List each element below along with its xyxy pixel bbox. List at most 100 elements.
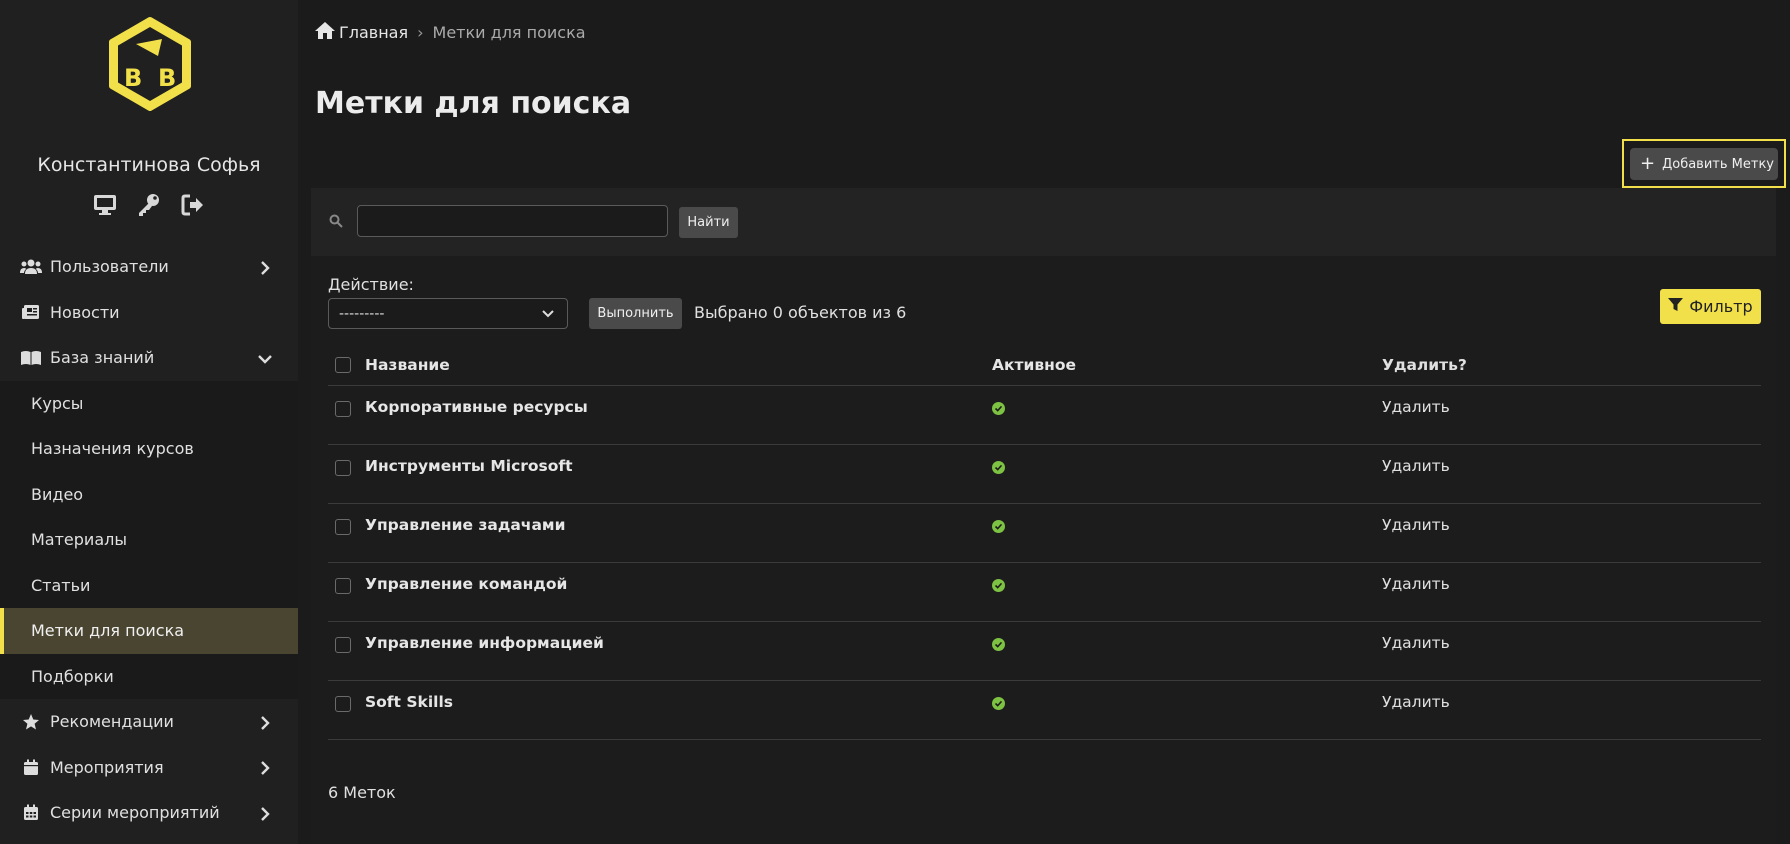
chevron-down-icon — [541, 307, 555, 321]
row-name-link[interactable]: Soft Skills — [365, 693, 992, 711]
row-name-link[interactable]: Управление командой — [365, 575, 992, 593]
sidebar-item-label: Статьи — [31, 575, 91, 595]
row-delete-link[interactable]: Удалить — [1382, 398, 1450, 416]
row-checkbox[interactable] — [335, 696, 351, 712]
action-select[interactable]: --------- — [328, 298, 568, 329]
sidebar-item-label: Мероприятия — [50, 757, 164, 777]
breadcrumb-home-label: Главная — [339, 23, 409, 42]
chevron-right-icon — [258, 260, 272, 275]
changelist-panel: Найти Действие: --------- Выполнить Выбр… — [311, 188, 1776, 844]
sidebar-item-label: Подборки — [31, 666, 114, 686]
sign-out-icon[interactable] — [180, 192, 206, 218]
select-all-checkbox[interactable] — [335, 356, 351, 373]
sidebar: B B Константинова Софья Пользователи Нов… — [0, 0, 298, 844]
svg-text:B: B — [124, 64, 142, 92]
row-active — [992, 516, 1382, 533]
filter-button[interactable]: Фильтр — [1660, 289, 1761, 324]
sidebar-item-recommendations[interactable]: Рекомендации — [0, 699, 298, 745]
row-name-link[interactable]: Управление задачами — [365, 516, 992, 534]
row-checkbox[interactable] — [335, 460, 351, 476]
sidebar-item-label: Новости — [50, 302, 120, 322]
sidebar-item-event-series[interactable]: Серии мероприятий — [0, 790, 298, 836]
home-icon — [315, 22, 335, 43]
filter-icon — [1668, 297, 1684, 316]
calendar-icon — [20, 758, 42, 776]
check-circle-icon — [992, 520, 1005, 533]
sidebar-item-label: Назначения курсов — [31, 439, 194, 459]
row-name-link[interactable]: Управление информацией — [365, 634, 992, 652]
sidebar-item-users[interactable]: Пользователи — [0, 244, 298, 290]
monitor-icon[interactable] — [92, 192, 118, 218]
row-active — [992, 693, 1382, 710]
book-open-icon — [20, 349, 42, 367]
row-active — [992, 457, 1382, 474]
filter-button-label: Фильтр — [1689, 297, 1753, 316]
sidebar-item-video[interactable]: Видео — [0, 472, 298, 518]
search-input[interactable] — [357, 205, 668, 237]
calendar-grid-icon — [20, 804, 42, 822]
sidebar-item-label: Материалы — [31, 530, 127, 550]
sidebar-item-course-assignments[interactable]: Назначения курсов — [0, 426, 298, 472]
user-name: Константинова Софья — [37, 154, 261, 176]
sidebar-item-label: Пользователи — [50, 257, 169, 277]
chevron-right-icon — [258, 806, 272, 821]
sidebar-nav: Пользователи Новости База знаний Курсы Н… — [0, 244, 298, 836]
sidebar-item-news[interactable]: Новости — [0, 290, 298, 336]
column-header-active[interactable]: Активное — [992, 356, 1382, 374]
row-active — [992, 575, 1382, 592]
row-checkbox[interactable] — [335, 519, 351, 535]
row-delete-link[interactable]: Удалить — [1382, 457, 1450, 475]
breadcrumb-home[interactable]: Главная — [315, 22, 408, 43]
table-row: Инструменты Microsoft Удалить — [328, 445, 1761, 504]
sidebar-item-label: База знаний — [50, 348, 155, 368]
search-bar: Найти — [311, 188, 1776, 256]
sidebar-item-materials[interactable]: Материалы — [0, 517, 298, 563]
check-circle-icon — [992, 402, 1005, 415]
star-icon — [20, 713, 42, 731]
sidebar-item-articles[interactable]: Статьи — [0, 563, 298, 609]
run-action-button[interactable]: Выполнить — [589, 298, 682, 329]
search-button[interactable]: Найти — [679, 207, 738, 238]
users-icon — [20, 258, 42, 276]
sidebar-item-collections[interactable]: Подборки — [0, 654, 298, 700]
sidebar-item-label: Метки для поиска — [31, 621, 185, 641]
user-actions — [92, 192, 206, 218]
selection-counter: Выбрано 0 объектов из 6 — [694, 303, 907, 322]
sidebar-item-events[interactable]: Мероприятия — [0, 745, 298, 791]
row-delete-link[interactable]: Удалить — [1382, 634, 1450, 652]
search-icon — [329, 213, 343, 228]
row-name-link[interactable]: Корпоративные ресурсы — [365, 398, 992, 416]
add-tag-button[interactable]: + Добавить Метку — [1630, 148, 1778, 180]
newspaper-icon — [20, 303, 42, 321]
chevron-down-icon — [258, 351, 272, 365]
column-header-delete: Удалить? — [1382, 355, 1467, 374]
result-count: 6 Меток — [328, 783, 396, 802]
page-title: Метки для поиска — [315, 86, 632, 121]
check-circle-icon — [992, 638, 1005, 651]
sidebar-item-label: Серии мероприятий — [50, 803, 220, 823]
action-select-value: --------- — [339, 305, 385, 322]
sidebar-item-search-tags[interactable]: Метки для поиска — [0, 608, 298, 654]
sidebar-item-courses[interactable]: Курсы — [0, 381, 298, 427]
check-circle-icon — [992, 461, 1005, 474]
table-row: Управление задачами Удалить — [328, 504, 1761, 563]
check-circle-icon — [992, 579, 1005, 592]
tags-table: Название Активное Удалить? Корпоративные… — [328, 344, 1761, 740]
table-row: Soft Skills Удалить — [328, 681, 1761, 740]
logo[interactable]: B B — [100, 14, 200, 114]
row-delete-link[interactable]: Удалить — [1382, 693, 1450, 711]
row-checkbox[interactable] — [335, 578, 351, 594]
row-checkbox[interactable] — [335, 637, 351, 653]
chevron-right-icon — [258, 760, 272, 776]
row-checkbox[interactable] — [335, 401, 351, 417]
table-header: Название Активное Удалить? — [328, 344, 1761, 386]
sidebar-item-knowledge-base[interactable]: База знаний — [0, 335, 298, 381]
sidebar-item-label: Курсы — [31, 393, 84, 413]
row-name-link[interactable]: Инструменты Microsoft — [365, 457, 992, 475]
sidebar-item-label: Видео — [31, 484, 84, 504]
column-header-name[interactable]: Название — [365, 356, 992, 374]
key-icon[interactable] — [136, 192, 162, 218]
check-circle-icon — [992, 697, 1005, 710]
row-delete-link[interactable]: Удалить — [1382, 516, 1450, 534]
row-delete-link[interactable]: Удалить — [1382, 575, 1450, 593]
